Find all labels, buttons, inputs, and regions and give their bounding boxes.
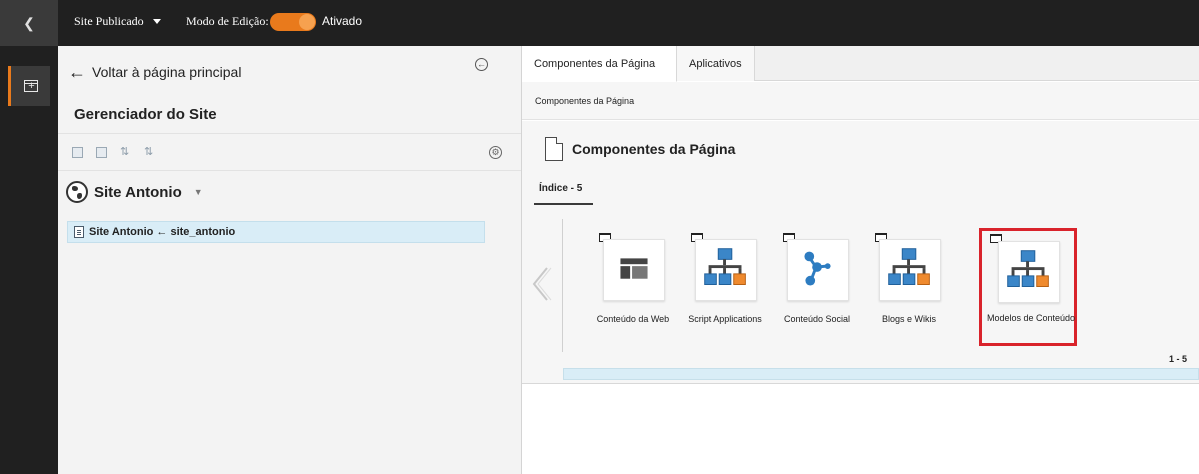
tab-bar: Componentes da Página Aplicativos [522, 46, 1199, 82]
globe-icon [66, 181, 88, 203]
site-manager-panel: ← Voltar à página principal ← Gerenciado… [58, 46, 522, 474]
component-blogs-wikis[interactable]: Blogs e Wikis [865, 233, 951, 329]
site-manager-title: Gerenciador do Site [74, 106, 217, 123]
tree-toolbar: ⇅ ⇅ [72, 147, 155, 158]
component-label: Blogs e Wikis [881, 314, 936, 324]
collapse-panel-icon[interactable]: ← [475, 58, 488, 71]
page-icon [545, 137, 563, 161]
social-icon [787, 239, 849, 301]
copy-page-icon[interactable] [96, 147, 107, 158]
hierarchy-icon [998, 241, 1060, 303]
add-component-icon: + [23, 80, 38, 92]
divider [58, 133, 521, 134]
page-icon [74, 226, 84, 238]
new-page-icon[interactable] [72, 147, 83, 158]
hierarchy-icon [695, 239, 757, 301]
edit-mode-state: Ativado [322, 14, 363, 28]
web-content-icon [603, 239, 665, 301]
site-selector[interactable]: Site Antonio ▼ [66, 181, 203, 203]
arrow-left-icon: ← [68, 62, 86, 82]
component-label: Conteúdo da Web [596, 314, 670, 324]
tab-index[interactable]: Índice - 5 [534, 181, 593, 205]
settings-icon[interactable]: ⚙ [489, 146, 502, 159]
pagination-indicator: 1 - 5 [1168, 354, 1187, 364]
published-site-label: Site Publicado [74, 14, 144, 28]
hierarchy-icon [879, 239, 941, 301]
edit-mode-toggle[interactable] [270, 13, 316, 31]
tab-page-components[interactable]: Componentes da Página [522, 46, 677, 82]
chevron-left-icon[interactable]: ❮ [0, 0, 58, 46]
tree-item-selected[interactable]: Site Antonio ← site_antonio [67, 221, 485, 243]
component-label: Conteúdo Social [783, 314, 851, 324]
chevron-left-icon[interactable] [530, 266, 552, 302]
add-component-button[interactable]: + [8, 66, 50, 106]
move-up-icon[interactable]: ⇅ [120, 147, 131, 158]
top-toolbar: ❮ Site Publicado Modo de Edição: Ativado [0, 0, 1199, 46]
page-components-panel: Componentes da Página Aplicativos Compon… [522, 46, 1199, 474]
component-label: Modelos de Conteúdo [986, 313, 1076, 323]
components-title: Componentes da Página [572, 141, 736, 157]
back-link-label: Voltar à página principal [92, 64, 242, 80]
components-carousel: Conteúdo da Web Script Applications Cont… [562, 219, 1199, 352]
component-script-applications[interactable]: Script Applications [681, 233, 767, 329]
component-label: Script Applications [688, 314, 762, 324]
published-site-dropdown[interactable]: Site Publicado [74, 14, 161, 29]
components-header: Componentes da Página [545, 137, 735, 161]
divider [58, 170, 521, 171]
tree-item-label: Site Antonio ← site_antonio [89, 226, 236, 238]
component-web-content[interactable]: Conteúdo da Web [589, 233, 675, 329]
toggle-knob [299, 14, 315, 30]
back-to-main-link[interactable]: ← Voltar à página principal [68, 62, 242, 82]
site-name: Site Antonio [94, 183, 182, 201]
move-down-icon[interactable]: ⇅ [144, 147, 155, 158]
tab-applications[interactable]: Aplicativos [677, 46, 755, 81]
breadcrumb[interactable]: Componentes da Página [522, 82, 1199, 120]
left-rail: + [0, 46, 58, 474]
edit-mode-label: Modo de Edição: [186, 14, 269, 28]
component-content-templates[interactable]: Modelos de Conteúdo [979, 228, 1077, 346]
chevron-down-icon [152, 19, 161, 24]
chevron-down-icon: ▼ [193, 187, 203, 197]
horizontal-scrollbar[interactable] [563, 368, 1199, 380]
component-social-content[interactable]: Conteúdo Social [773, 233, 859, 329]
components-container: Componentes da Página Índice - 5 Conteúd… [522, 121, 1199, 384]
